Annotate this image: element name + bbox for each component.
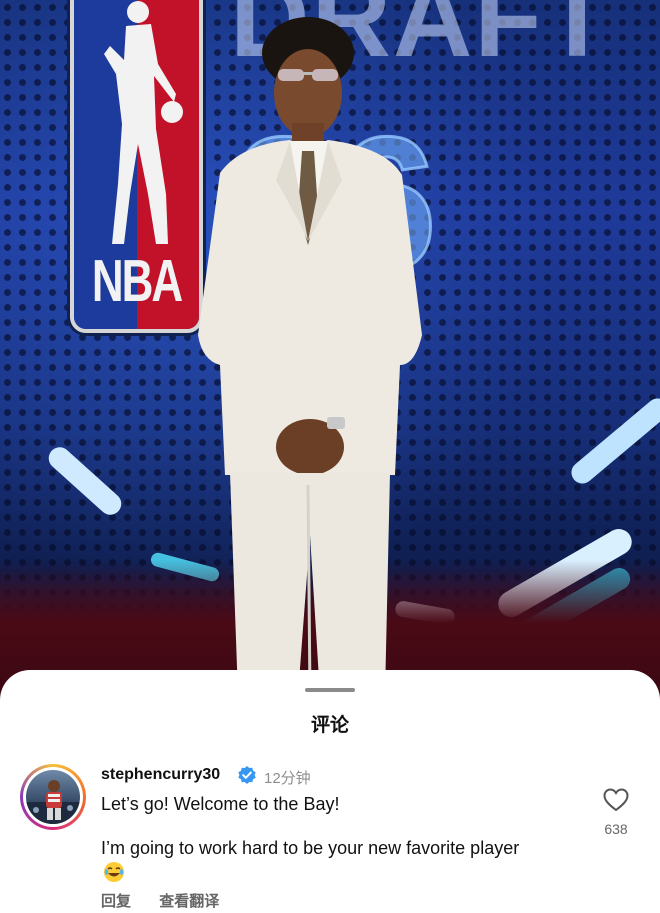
- laughing-tears-emoji-icon: [104, 862, 124, 882]
- logoman-silhouette-icon: [104, 1, 183, 244]
- comment-text-line2: I’m going to work hard to be your new fa…: [101, 838, 520, 858]
- avatar-image: [26, 770, 80, 824]
- comment-username[interactable]: stephencurry30: [101, 766, 220, 784]
- background-photo: DRAFT 26 NBA: [0, 0, 660, 700]
- sheet-drag-handle[interactable]: [305, 688, 355, 692]
- like-count: 638: [604, 821, 628, 837]
- see-translation-button[interactable]: 查看翻译: [159, 893, 219, 910]
- reply-button[interactable]: 回复: [101, 893, 131, 910]
- verified-badge-icon: [238, 766, 256, 784]
- comments-sheet: 评论 stephencurry30 12分钟 Let’s go! Welcome…: [0, 670, 660, 913]
- sheet-title: 评论: [310, 715, 349, 736]
- player-in-white-suit: [198, 17, 422, 695]
- comment-text-line1: Let’s go! Welcome to the Bay!: [101, 794, 340, 814]
- heart-icon[interactable]: [603, 788, 629, 812]
- comment-time: 12分钟: [264, 770, 311, 787]
- avatar[interactable]: [20, 764, 86, 830]
- comment-actions: 回复 查看翻译: [101, 890, 243, 911]
